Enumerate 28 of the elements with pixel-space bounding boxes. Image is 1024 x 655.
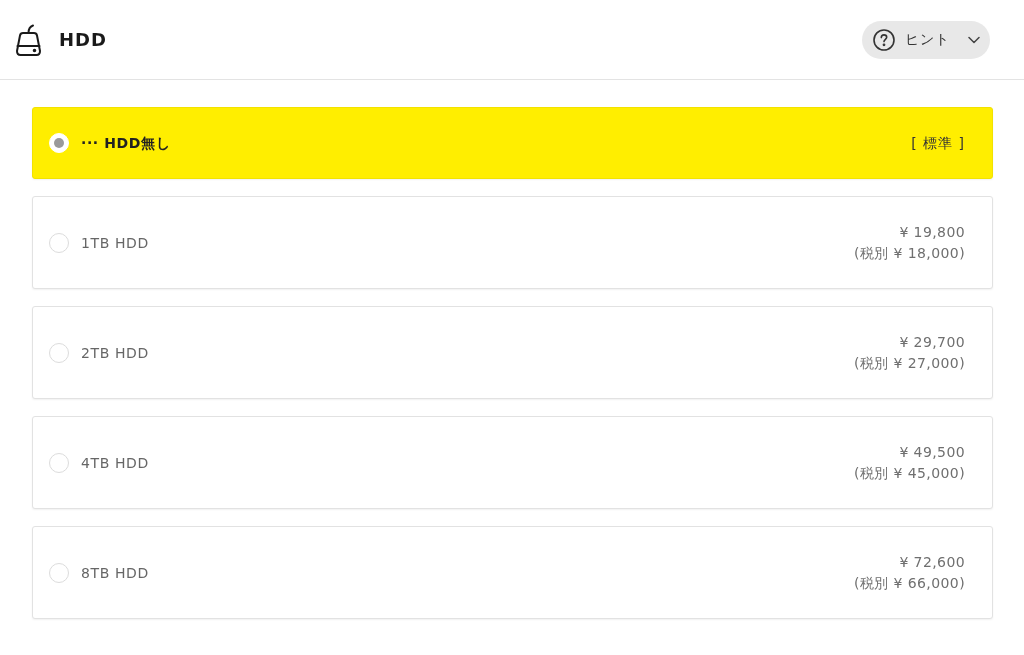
option-card[interactable]: 4TB HDD ¥ 49,500 (税別 ¥ 45,000)	[32, 416, 993, 509]
option-label: 8TB HDD	[81, 563, 149, 583]
chevron-down-icon	[968, 35, 980, 44]
radio-button[interactable]	[49, 562, 69, 583]
option-card[interactable]: ··· HDD無し [ 標準 ]	[32, 107, 993, 179]
option-card[interactable]: 1TB HDD ¥ 19,800 (税別 ¥ 18,000)	[32, 196, 993, 289]
tax-excluded-price-text: (税別 ¥ 66,000)	[854, 573, 965, 593]
radio-button[interactable]	[49, 342, 69, 363]
option-label: 1TB HDD	[81, 233, 149, 253]
page-title: HDD	[59, 29, 107, 50]
option-label: 2TB HDD	[81, 343, 149, 363]
standard-tag: [ 標準 ]	[911, 133, 965, 153]
hint-button[interactable]: ヒント	[862, 20, 990, 59]
help-icon	[873, 28, 895, 51]
price-text: ¥ 19,800	[899, 223, 965, 242]
tax-excluded-price-text: (税別 ¥ 27,000)	[854, 353, 965, 373]
radio-button[interactable]	[49, 452, 69, 473]
price-text: ¥ 72,600	[899, 553, 965, 572]
drive-icon	[15, 23, 42, 56]
tax-excluded-price-text: (税別 ¥ 45,000)	[854, 463, 965, 483]
option-card[interactable]: 8TB HDD ¥ 72,600 (税別 ¥ 66,000)	[32, 526, 993, 619]
radio-button[interactable]	[49, 232, 69, 253]
price-text: ¥ 49,500	[899, 443, 965, 462]
tax-excluded-price-text: (税別 ¥ 18,000)	[854, 243, 965, 263]
option-label: ··· HDD無し	[81, 134, 171, 153]
option-card[interactable]: 2TB HDD ¥ 29,700 (税別 ¥ 27,000)	[32, 306, 993, 399]
price-text: ¥ 29,700	[899, 333, 965, 352]
option-label: 4TB HDD	[81, 453, 149, 473]
